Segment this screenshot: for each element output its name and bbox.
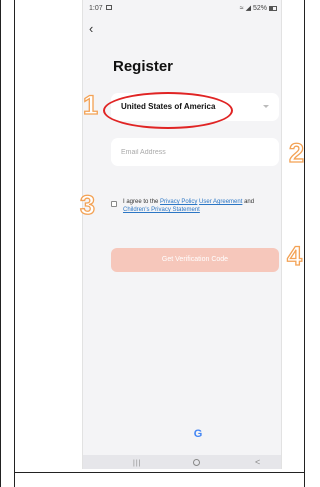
signal-icon: ◢ — [245, 5, 251, 12]
status-icons: ≈ ◢ 52% — [240, 4, 277, 12]
google-login-icon[interactable]: G — [191, 427, 205, 441]
step-number-2: 2 — [288, 138, 305, 168]
status-time: 1:07 — [89, 5, 103, 12]
step-number-1: 1 — [82, 90, 99, 120]
image-notification-icon — [106, 5, 112, 10]
email-field-container — [111, 138, 279, 166]
battery-level: 52% — [252, 4, 267, 12]
childrens-privacy-link[interactable]: Children's Privacy Statement — [123, 207, 200, 213]
privacy-policy-link[interactable]: Privacy Policy — [160, 199, 197, 205]
highlight-ellipse — [103, 92, 233, 129]
step-number-3: 3 — [79, 190, 96, 220]
frame-bottom-line — [14, 472, 305, 473]
agreement-text: I agree to the Privacy Policy User Agree… — [123, 198, 273, 214]
chevron-down-icon — [263, 105, 269, 108]
step-number-4: 4 — [286, 241, 303, 271]
phone-screen: 1:07 ≈ ◢ 52% ‹ Register United States of… — [82, 0, 282, 469]
back-arrow-icon[interactable]: ‹ — [89, 22, 103, 36]
wifi-icon: ≈ — [239, 4, 244, 12]
email-field[interactable] — [111, 138, 279, 166]
nav-back-icon[interactable]: < — [255, 457, 260, 467]
recent-apps-icon[interactable]: ||| — [133, 460, 141, 467]
battery-icon — [269, 5, 277, 11]
agree-and: and — [244, 199, 255, 205]
agree-checkbox[interactable] — [111, 201, 117, 207]
frame-divider — [14, 0, 15, 487]
user-agreement-link[interactable]: User Agreement — [199, 199, 242, 205]
status-bar: 1:07 ≈ ◢ 52% — [83, 0, 281, 16]
home-icon[interactable] — [193, 459, 200, 466]
page-title: Register — [113, 58, 174, 75]
agree-prefix: I agree to the — [123, 199, 159, 205]
get-verification-code-button[interactable]: Get Verification Code — [111, 248, 279, 272]
system-nav-bar: ||| < — [83, 455, 281, 469]
